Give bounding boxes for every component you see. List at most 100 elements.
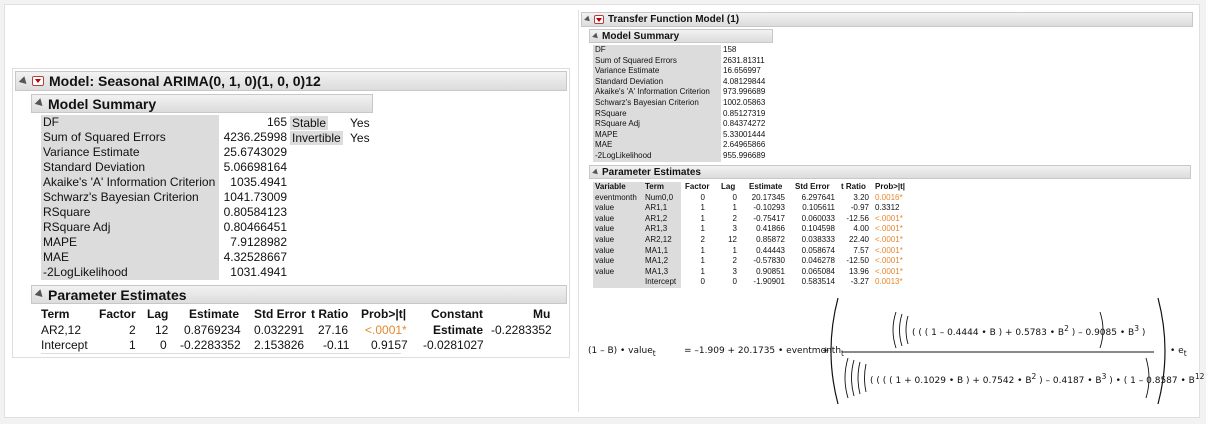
tf-param-cell: 22.40 (848, 235, 869, 244)
tf-summary-label: RSquare Adj (593, 119, 721, 130)
tf-param-cell: -0.57830 (753, 256, 785, 266)
equation-plus: + (822, 346, 830, 356)
tf-param-cell: 0.90851 (756, 266, 785, 276)
tf-param-cell: 0.065084 (801, 266, 835, 276)
tf-param-cell: 0.0016* (875, 192, 903, 202)
tf-param-cell: 20.17345 (751, 192, 785, 202)
tf-summary-label: Schwarz's Bayesian Criterion (593, 97, 721, 109)
row1-t-ratio: 27.16 (318, 323, 349, 337)
equation-brackets (830, 297, 1166, 405)
tf-summary-label: Standard Deviation (593, 76, 721, 88)
tf-param-cell: <.0001* (875, 213, 903, 223)
tf-param-cell: 6.297641 (801, 192, 835, 202)
header-t-ratio: t Ratio (311, 307, 349, 321)
row2-term: Intercept (41, 338, 88, 352)
tf-summary-value: 158 (723, 45, 737, 54)
tf-summary-value: 0.85127319 (723, 108, 766, 118)
tf-summary-label: DF (593, 45, 721, 56)
tf-param-cell: 2 (732, 256, 737, 266)
tf-summary-value: 5.33001444 (723, 129, 766, 139)
tf-summary-label: Sum of Squared Errors (593, 55, 721, 67)
tf-summary-label: Akaike's 'A' Information Criterion (593, 87, 721, 98)
tf-param-cell: <.0001* (875, 256, 903, 266)
header-mu: Mu (533, 307, 551, 321)
tf-param-cell: 1 (700, 224, 705, 234)
tf-param-cell: -0.10293 (753, 203, 785, 213)
header-std-error: Std Error (254, 307, 307, 321)
tf-param-cell: 3 (732, 224, 737, 234)
tf-param-cell: AR1,2 (645, 213, 668, 223)
seasonal-arima-report: Model: Seasonal ARIMA(0, 1, 0)(1, 0, 0)1… (12, 68, 570, 358)
disclosure-triangle-icon[interactable] (592, 32, 600, 40)
tf-outline-header[interactable]: Transfer Function Model (1) (581, 12, 1193, 27)
tf-param-cell: 0.0013* (875, 277, 903, 287)
tf-summary-value: 2.64965866 (723, 140, 766, 150)
tf-param-cell: 2 (732, 213, 737, 223)
tf-param-cell: 2 (700, 235, 705, 244)
tf-param-cell: Intercept (645, 277, 677, 287)
tf-param-cell: 3 (732, 266, 737, 276)
row1-estimate: 0.8769234 (184, 323, 241, 337)
tf-param-cell: <.0001* (875, 245, 903, 255)
tf-param-cell: 13.96 (848, 266, 869, 276)
tf-summary-value: 973.996689 (723, 87, 766, 97)
tf-param-cell: value (595, 245, 615, 255)
tf-param-header: Variable (595, 182, 626, 191)
tf-param-header: Std Error (795, 182, 830, 191)
tf-param-cell: 0.058674 (801, 245, 835, 255)
tf-param-cell: <.0001* (875, 266, 903, 276)
tf-param-cell: -0.75417 (753, 213, 785, 223)
tf-param-cell: value (595, 224, 615, 234)
tf-param-cell: MA1,1 (645, 245, 669, 255)
tf-param-cell: AR1,1 (645, 203, 668, 213)
tf-summary-value: 2631.81311 (723, 55, 765, 65)
tf-summary-label: MAPE (593, 129, 721, 141)
tf-param-cell: 0.85872 (756, 235, 785, 244)
tf-param-cell: value (595, 235, 615, 244)
row2-t-ratio: -0.11 (323, 338, 350, 352)
tf-param-cell: -12.50 (846, 256, 869, 266)
header-constant: Constant (431, 307, 483, 321)
tf-param-cell: 0.41866 (756, 224, 785, 234)
tf-parameter-estimates-header[interactable]: Parameter Estimates (589, 165, 1191, 179)
disclosure-triangle-icon[interactable] (592, 168, 600, 176)
tf-param-header: Estimate (749, 182, 783, 191)
red-triangle-menu-icon[interactable] (594, 15, 604, 24)
row1-term: AR2,12 (41, 323, 82, 337)
tf-summary-value: 1002.05863 (723, 97, 766, 107)
tf-summary-label: Variance Estimate (593, 66, 721, 77)
tf-summary-label: MAE (593, 140, 721, 151)
tf-param-cell: AR1,3 (645, 224, 668, 234)
tf-param-cell: 0.104598 (801, 224, 835, 234)
tf-title: Transfer Function Model (1) (608, 14, 740, 25)
tf-summary-value: 0.84374272 (723, 119, 766, 129)
row2-lag: 0 (160, 338, 167, 352)
tf-model-summary-header[interactable]: Model Summary (589, 29, 773, 43)
header-prob: Prob>|t| (361, 307, 407, 321)
row1-std-error: 0.032291 (254, 323, 305, 337)
tf-param-header: t Ratio (841, 182, 866, 191)
row2-estimate: -0.2283352 (180, 338, 241, 352)
tf-param-cell: 1 (700, 213, 705, 223)
tf-param-cell: 0 (732, 277, 737, 287)
tf-param-cell: 0.105611 (802, 203, 835, 213)
tf-summary-value: 16.656997 (723, 66, 761, 76)
row2-std-error: 2.153826 (254, 338, 305, 352)
tf-param-cell: 0.44443 (756, 245, 785, 255)
equation-rhs-start: = –1.909 + 20.1735 • eventmontht (684, 346, 844, 358)
row1-factor: 2 (129, 323, 136, 337)
tf-param-cell: 0.3312 (875, 203, 900, 213)
tf-parameter-estimates-title: Parameter Estimates (602, 166, 701, 178)
table-divider (41, 353, 401, 354)
tf-param-cell: 1 (732, 203, 737, 213)
model-equation: (1 – B) • valuet = –1.909 + 20.1735 • ev… (586, 292, 1204, 410)
tf-param-cell: -1.90901 (753, 277, 785, 287)
tf-param-cell: -0.97 (850, 203, 869, 213)
row2-prob: 0.9157 (371, 338, 408, 352)
tf-param-cell: value (595, 213, 615, 223)
tf-param-cell: -3.27 (850, 277, 869, 287)
tf-param-header: Term (645, 182, 664, 191)
tf-param-cell: 0 (732, 192, 737, 202)
disclosure-triangle-icon[interactable] (584, 15, 592, 24)
tf-param-cell: 0.583514 (801, 277, 835, 287)
